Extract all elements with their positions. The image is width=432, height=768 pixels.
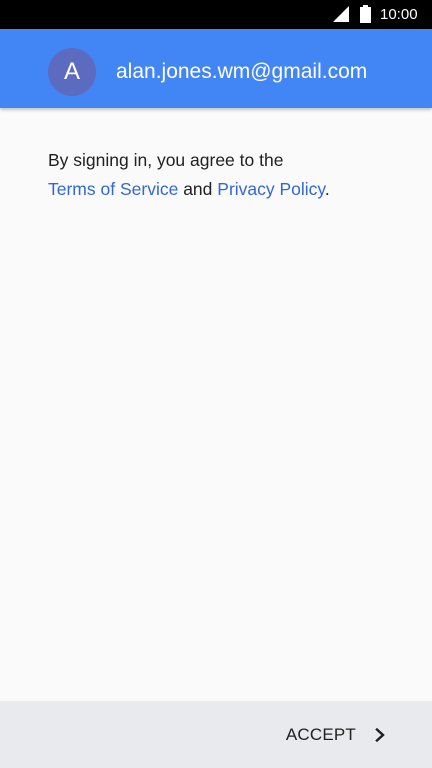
privacy-policy-link[interactable]: Privacy Policy [217,179,325,199]
status-bar: 10:00 [0,0,432,29]
accept-label: ACCEPT [285,725,356,744]
accept-button[interactable]: ACCEPT [270,713,400,757]
battery-icon [360,5,371,23]
bottom-action-bar: ACCEPT [0,701,432,768]
status-time: 10:00 [380,6,418,23]
terms-of-service-link[interactable]: Terms of Service [48,179,178,199]
agreement-prefix: By signing in, you agree to the [48,150,284,170]
account-header: A alan.jones.wm@gmail.com [0,29,432,108]
chevron-right-icon [375,728,385,742]
agreement-conjunction: and [183,179,213,199]
agreement-suffix: . [324,179,330,199]
account-email: alan.jones.wm@gmail.com [116,60,368,83]
avatar: A [48,48,96,96]
signal-icon [333,6,349,22]
sign-in-agreement: By signing in, you agree to the Terms of… [48,146,388,204]
